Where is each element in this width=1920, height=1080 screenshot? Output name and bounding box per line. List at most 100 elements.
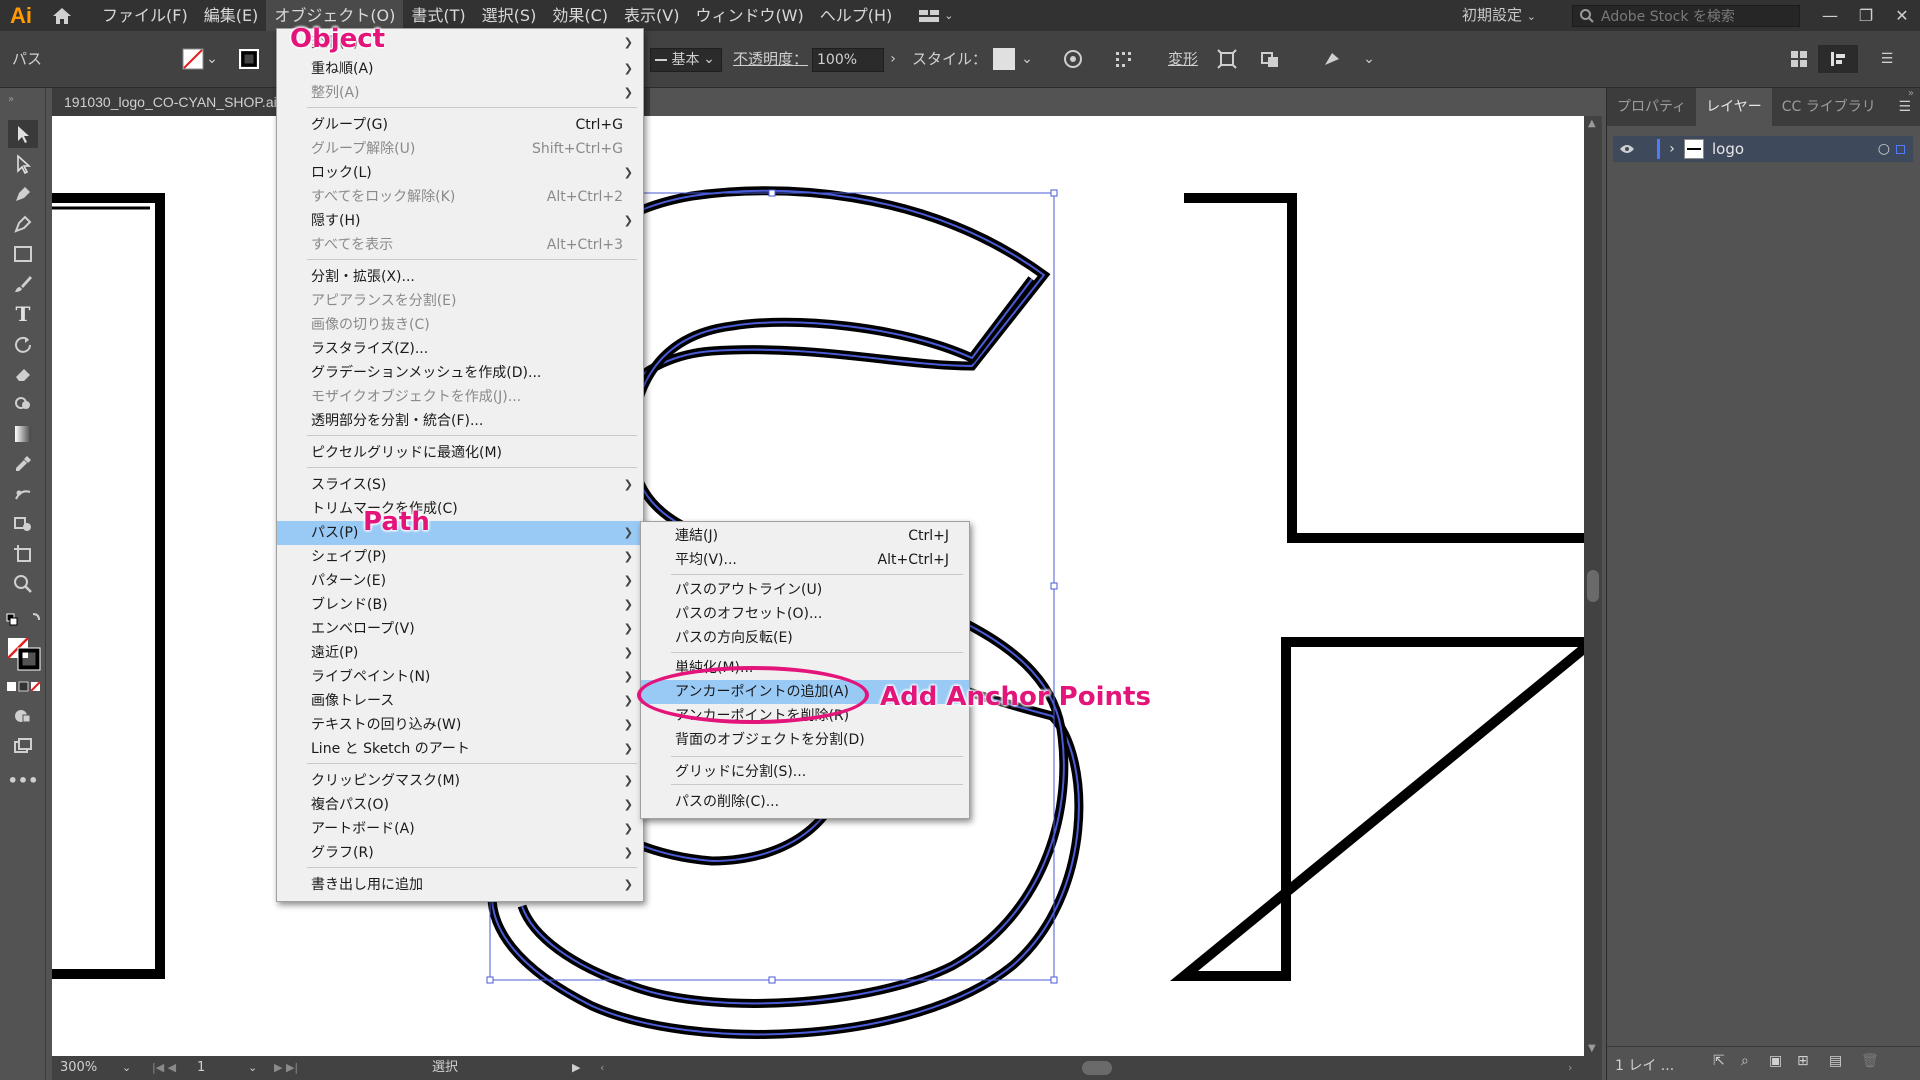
transform-label[interactable]: 変形 — [1168, 31, 1198, 88]
more-tools-icon[interactable]: ••• — [8, 766, 39, 794]
path-submenu-item[interactable]: グリッドに分割(S)... — [641, 760, 969, 784]
selection-square-icon[interactable] — [1896, 144, 1905, 154]
path-submenu-item[interactable]: パスの削除(C)... — [641, 790, 969, 814]
selection-tool[interactable] — [8, 120, 38, 148]
panel-menu-icon[interactable]: ☰ — [1888, 88, 1920, 126]
path-submenu-item[interactable]: パスのオフセット(O)... — [641, 602, 969, 626]
object-menu-item[interactable]: ピクセルグリッドに最適化(M) — [277, 441, 643, 465]
object-menu-item[interactable]: 遠近(P) ❯ — [277, 641, 643, 665]
object-menu-item[interactable]: スライス(S) ❯ — [277, 473, 643, 497]
scroll-left-icon[interactable]: ‹ — [600, 1056, 604, 1080]
object-menu-item[interactable]: 複合パス(O) ❯ — [277, 793, 643, 817]
path-submenu-item[interactable]: パスのアウトライン(U) — [641, 578, 969, 602]
first-artboard-icon[interactable]: |◀ ◀ — [152, 1056, 176, 1080]
collapse-panel-icon[interactable]: » — [1908, 88, 1914, 99]
zoom-tool[interactable] — [8, 570, 38, 598]
search-layer-icon[interactable]: ⌕ — [1741, 1053, 1749, 1069]
object-menu-item[interactable]: ラスタライズ(Z)... — [277, 337, 643, 361]
puppet-warp-tool[interactable] — [8, 480, 38, 508]
object-menu-item[interactable]: クリッピングマスク(M) ❯ — [277, 769, 643, 793]
menu-edit[interactable]: 編集(E) — [196, 0, 267, 31]
chevron-down-icon[interactable]: ⌄ — [122, 1056, 131, 1080]
workspace-switcher[interactable]: 初期設定 ⌄ — [1462, 0, 1536, 31]
stock-search-field[interactable]: Adobe Stock を検索 — [1572, 5, 1800, 27]
object-menu-item[interactable]: 分割・拡張(X)... — [277, 265, 643, 289]
layer-row-logo[interactable]: › logo ○ — [1613, 136, 1913, 162]
home-icon[interactable] — [42, 0, 82, 31]
artboard-number[interactable]: 1 — [197, 1056, 205, 1080]
pathfinder-button[interactable] — [1316, 45, 1350, 73]
symbol-sprayer-tool[interactable] — [8, 510, 38, 538]
status-menu-icon[interactable]: ▶ — [572, 1056, 580, 1080]
new-sublayer-icon[interactable]: ⊞ — [1797, 1053, 1809, 1069]
control-options-button[interactable] — [1818, 45, 1858, 73]
tab-layers[interactable]: レイヤー — [1696, 88, 1772, 126]
object-menu-item[interactable]: 画像トレース ❯ — [277, 689, 643, 713]
artboard-tool[interactable] — [8, 540, 38, 568]
draw-mode-tool[interactable] — [8, 702, 38, 730]
graphic-style-swatch[interactable] — [992, 45, 1016, 73]
object-menu-item[interactable]: ロック(L) ❯ — [277, 161, 643, 185]
direct-selection-tool[interactable] — [8, 150, 38, 178]
layer-name[interactable]: logo — [1712, 140, 1744, 158]
scroll-right-icon[interactable]: › — [1568, 1056, 1572, 1080]
menu-view[interactable]: 表示(V) — [616, 0, 687, 31]
pen-tool[interactable] — [8, 180, 38, 208]
object-menu-item[interactable]: Line と Sketch のアート ❯ — [277, 737, 643, 761]
object-menu-item[interactable]: ライブペイント(N) ❯ — [277, 665, 643, 689]
path-submenu-item[interactable]: 平均(V)... Alt+Ctrl+J — [641, 548, 969, 572]
chevron-down-icon[interactable]: ⌄ — [204, 45, 220, 73]
object-menu-item[interactable]: パス(P) ❯ — [277, 521, 643, 545]
screen-mode-tool[interactable] — [8, 732, 38, 760]
scroll-down-icon[interactable]: ▼ — [1588, 1043, 1596, 1054]
restore-button[interactable]: ❐ — [1848, 0, 1884, 31]
opacity-input[interactable]: 100% — [812, 48, 884, 72]
eraser-tool[interactable] — [8, 360, 38, 388]
chevron-down-icon[interactable]: ⌄ — [1018, 45, 1036, 73]
stroke-swatch[interactable] — [236, 45, 262, 73]
last-artboard-icon[interactable]: ▶ ▶| — [274, 1056, 298, 1080]
recolor-icon[interactable] — [1060, 45, 1086, 73]
zoom-level[interactable]: 300% — [60, 1056, 97, 1080]
shape-mode-button[interactable] — [1254, 45, 1288, 73]
chevron-right-icon[interactable]: › — [884, 45, 902, 73]
object-menu-item[interactable]: テキストの回り込み(W) ❯ — [277, 713, 643, 737]
tab-cc-libraries[interactable]: CC ライブラリ — [1772, 88, 1886, 126]
path-submenu-item[interactable]: 背面のオブジェクトを分割(D) — [641, 728, 969, 752]
chevron-down-icon[interactable]: ⌄ — [700, 45, 718, 73]
hamburger-menu-icon[interactable]: ☰ — [1874, 45, 1900, 73]
menu-window[interactable]: ウィンドウ(W) — [687, 0, 811, 31]
curvature-tool[interactable] — [8, 210, 38, 238]
object-menu-item[interactable]: シェイプ(P) ❯ — [277, 545, 643, 569]
minimize-button[interactable]: — — [1812, 0, 1848, 31]
object-menu-item[interactable]: ブレンド(B) ❯ — [277, 593, 643, 617]
trash-icon[interactable]: 🗑 — [1861, 1053, 1879, 1069]
object-menu-item[interactable]: アートボード(A) ❯ — [277, 817, 643, 841]
chevron-down-icon[interactable]: ⌄ — [248, 1056, 257, 1080]
menu-effect[interactable]: 効果(C) — [544, 0, 616, 31]
path-submenu-item[interactable]: パスの方向反転(E) — [641, 626, 969, 650]
rectangle-tool[interactable] — [8, 240, 38, 268]
visibility-eye-icon[interactable] — [1613, 140, 1641, 158]
fill-swatch-none[interactable] — [180, 45, 206, 73]
scrollbar-thumb[interactable] — [1587, 570, 1599, 602]
default-colors-control[interactable] — [4, 606, 44, 634]
target-circle-icon[interactable]: ○ — [1878, 141, 1890, 157]
menu-select[interactable]: 選択(S) — [474, 0, 545, 31]
export-icon[interactable]: ⇱ — [1713, 1053, 1725, 1069]
object-menu-item[interactable]: グループ(G) Ctrl+G — [277, 113, 643, 137]
grip-icon[interactable]: » — [8, 94, 14, 105]
path-submenu-item[interactable]: 連結(J) Ctrl+J — [641, 524, 969, 548]
menu-file[interactable]: ファイル(F) — [94, 0, 196, 31]
expand-chevron-icon[interactable]: › — [1660, 141, 1684, 157]
chevron-down-icon[interactable]: ⌄ — [1360, 45, 1378, 73]
arrange-icon[interactable] — [1786, 45, 1812, 73]
object-menu-item[interactable]: 重ね順(A) ❯ — [277, 57, 643, 81]
paintbrush-tool[interactable] — [8, 270, 38, 298]
menu-help[interactable]: ヘルプ(H) — [812, 0, 901, 31]
vertical-scrollbar[interactable]: ▲ ▼ — [1584, 116, 1602, 1056]
align-options-button[interactable] — [1110, 45, 1142, 73]
opacity-label[interactable]: 不透明度： — [733, 31, 808, 88]
clipping-mask-icon[interactable]: ▣ — [1769, 1053, 1782, 1069]
object-menu-item[interactable]: 書き出し用に追加 ❯ — [277, 873, 643, 897]
